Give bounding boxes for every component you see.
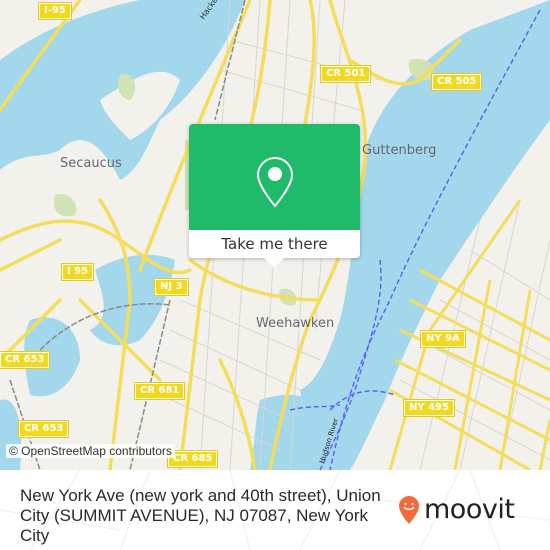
place-label-guttenberg: Guttenberg: [362, 143, 437, 158]
moovit-logo[interactable]: moovit: [398, 494, 515, 525]
road-shield-i95-north: I-95: [38, 2, 72, 20]
road-shield-cr685: CR 685: [166, 450, 219, 468]
place-label-weehawken: Weehawken: [256, 316, 335, 331]
location-popup: Take me there: [189, 124, 360, 268]
moovit-wordmark: moovit: [424, 494, 515, 525]
road-shield-cr501: CR 501: [319, 65, 372, 83]
road-shield-cr653-a: CR 653: [0, 351, 51, 369]
road-shield-ny495: NY 495: [403, 399, 455, 417]
road-shield-cr681: CR 681: [133, 382, 186, 400]
road-shield-ny9a: NY 9A: [420, 330, 466, 348]
map-pin-icon: [256, 156, 294, 208]
map-attribution[interactable]: © OpenStreetMap contributors: [6, 444, 175, 458]
road-shield-cr653-b: CR 653: [17, 420, 70, 438]
popup-pointer: [263, 257, 285, 268]
place-label-secaucus: Secaucus: [60, 156, 122, 171]
road-shield-cr505: CR 505: [430, 73, 483, 91]
popup-header: [189, 124, 360, 230]
take-me-there-button[interactable]: Take me there: [189, 230, 360, 258]
road-shield-i95-south: I 95: [60, 263, 95, 281]
location-address: New York Ave (new york and 40th street),…: [20, 486, 381, 545]
road-shield-nj3: NJ 3: [154, 278, 189, 296]
moovit-smiley-pin-icon: [399, 496, 419, 524]
